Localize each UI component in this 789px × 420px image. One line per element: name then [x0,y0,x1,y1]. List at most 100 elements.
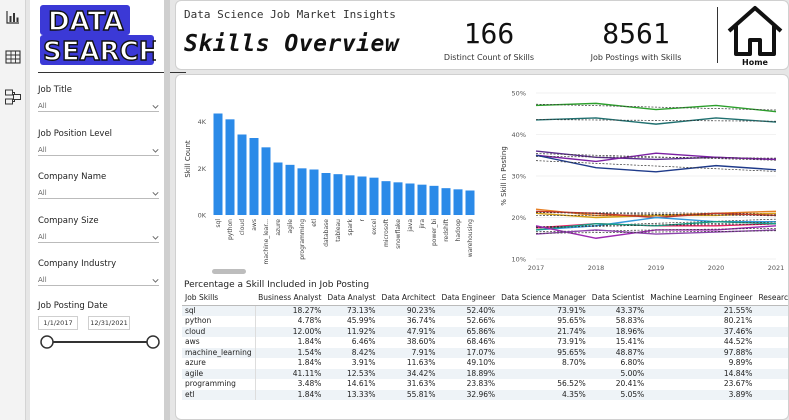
table-row[interactable]: agile 41.11% 12.53% 34.42% 18.89% 5.00% 14.84%… [182,368,788,379]
table-row[interactable]: azure 1.84% 3.91% 11.63% 49.10% 8.70% 6.80% 9.8… [182,358,788,369]
bar[interactable] [369,177,379,215]
skills-table[interactable]: Job Skills Business Analyst Data Analyst Da… [182,291,788,419]
bar[interactable] [297,168,307,215]
table-cell: 49.10% [466,358,496,367]
bar[interactable] [405,183,415,216]
table-cell: 21.55% [647,305,756,316]
bar[interactable] [333,174,343,215]
x-tick-label: jira [419,219,426,230]
bar[interactable] [441,188,451,215]
bar[interactable] [249,138,259,215]
bar[interactable] [261,147,271,215]
column-header[interactable]: Business Analyst [255,291,325,306]
chart-scrollbar[interactable] [212,269,246,274]
view-rail [0,0,26,420]
table-cell: 21.74% [498,326,589,337]
x-tick-label: excel [371,219,378,235]
filter-value: All [38,102,47,110]
column-header[interactable]: Data Science Manager [498,291,589,306]
chevron-down-icon[interactable] [152,103,159,110]
chevron-down-icon[interactable] [152,190,159,197]
table-cell: 34.42% [378,368,439,379]
table-row[interactable]: machine_learning 1.54% 8.42% 7.91% 17.07% 95.… [182,347,788,358]
table-row[interactable]: python 4.78% 45.99% 36.74% 52.66% 95.65% 58.83… [182,316,788,327]
bar-chart-icon[interactable] [4,8,22,26]
table-cell: 6.46% [351,337,376,346]
table-cell: 95.65% [557,316,586,325]
chevron-down-icon[interactable] [152,147,159,154]
column-header[interactable]: Data Architect [378,291,439,306]
table-cell: 73.91% [557,337,586,346]
column-header[interactable]: Job Skills [182,291,256,306]
table-cell: 80.21% [723,316,753,325]
bar[interactable] [465,190,475,216]
bar[interactable] [393,182,403,215]
y-tick-label: 10% [512,256,526,264]
x-tick-label: sql [215,219,222,228]
app-window: DATA SEARCH Job Title All Job Position Lev… [0,0,789,420]
x-tick-label: hadoop [455,219,462,242]
kpi-label: Job Postings with Skills [590,53,682,62]
date-range-slider[interactable] [40,334,160,350]
bar[interactable] [345,175,355,215]
column-header[interactable]: Machine Learning Engineer [647,291,756,306]
table-cell: 3.48% [297,379,322,388]
kpi-job-postings: 8561 Job Postings with Skills [576,17,696,62]
table-cell: 7.91% [378,347,439,358]
trend-line [535,160,777,172]
bar[interactable] [429,185,439,215]
filter-select[interactable]: All [38,144,159,156]
table-cell: 13.7 [755,358,788,369]
home-button[interactable]: Home [724,4,786,68]
kpi-distinct-skills: 166 Distinct Count of Skills [434,17,544,62]
table-cell: 97.88% [647,347,756,358]
table-cell: 11.63% [406,358,436,367]
table-icon[interactable] [4,48,22,66]
column-header[interactable]: Data Scientist [588,291,648,306]
filter-select[interactable]: All [38,100,159,112]
table-cell: 14.84% [647,368,756,379]
bar[interactable] [225,119,235,215]
bar[interactable] [285,164,295,215]
column-header[interactable]: Research Scientist [755,291,788,306]
bar[interactable] [213,113,223,216]
table-row[interactable]: sql 18.27% 73.13% 90.23% 52.40% 73.91% 43.37% 2… [182,305,788,316]
home-icon [727,6,783,56]
bar[interactable] [453,189,463,215]
filter-select[interactable]: All [38,231,159,243]
x-tick-label: aws [251,219,258,231]
bar[interactable] [381,181,391,215]
table-cell: 8.42% [324,347,379,358]
table-cell: 5.0 [755,368,788,379]
table-cell: 95.65% [498,347,589,358]
x-tick-label: warehousing [467,219,474,257]
x-tick-label: 2017 [528,264,545,272]
x-tick-label: azure [275,219,282,236]
end-date-input[interactable]: 12/31/2021 [88,316,130,330]
bar[interactable] [417,184,427,215]
column-header[interactable]: Data Analyst [324,291,379,306]
filter-select[interactable]: All [38,187,159,199]
table-cell: 47.91% [378,326,439,337]
start-date-input[interactable]: 1/1/2017 [38,316,78,330]
bar[interactable] [321,173,331,215]
table-row[interactable]: etl 1.84% 13.33% 55.81% 32.96% 4.35% 5.05% 3.89… [182,389,788,400]
table-cell: 73.91% [498,305,589,316]
bar[interactable] [273,162,283,216]
bar[interactable] [309,169,319,216]
bar[interactable] [237,134,247,216]
table-row[interactable]: programming 3.48% 14.61% 31.63% 23.83% 56.52%… [182,379,788,390]
table-cell: etl [182,389,256,400]
body-card: Skill Count 0K 2K 4K sql python cloud aws machin… [175,74,789,420]
x-tick-label: cloud [239,219,246,235]
column-header[interactable]: Data Engineer [438,291,499,306]
chevron-down-icon[interactable] [152,277,159,284]
series-line[interactable] [535,102,777,113]
table-row[interactable]: aws 1.84% 6.46% 38.60% 68.46% 73.91% 15.41% 44.… [182,337,788,348]
bar[interactable] [357,176,367,216]
filter-select[interactable]: All [38,274,159,286]
model-icon[interactable] [4,88,22,106]
table-row[interactable]: cloud 12.00% 11.92% 47.91% 65.86% 21.74% 18.96… [182,326,788,337]
table-cell: 10.0 [755,305,788,316]
chevron-down-icon[interactable] [152,234,159,241]
